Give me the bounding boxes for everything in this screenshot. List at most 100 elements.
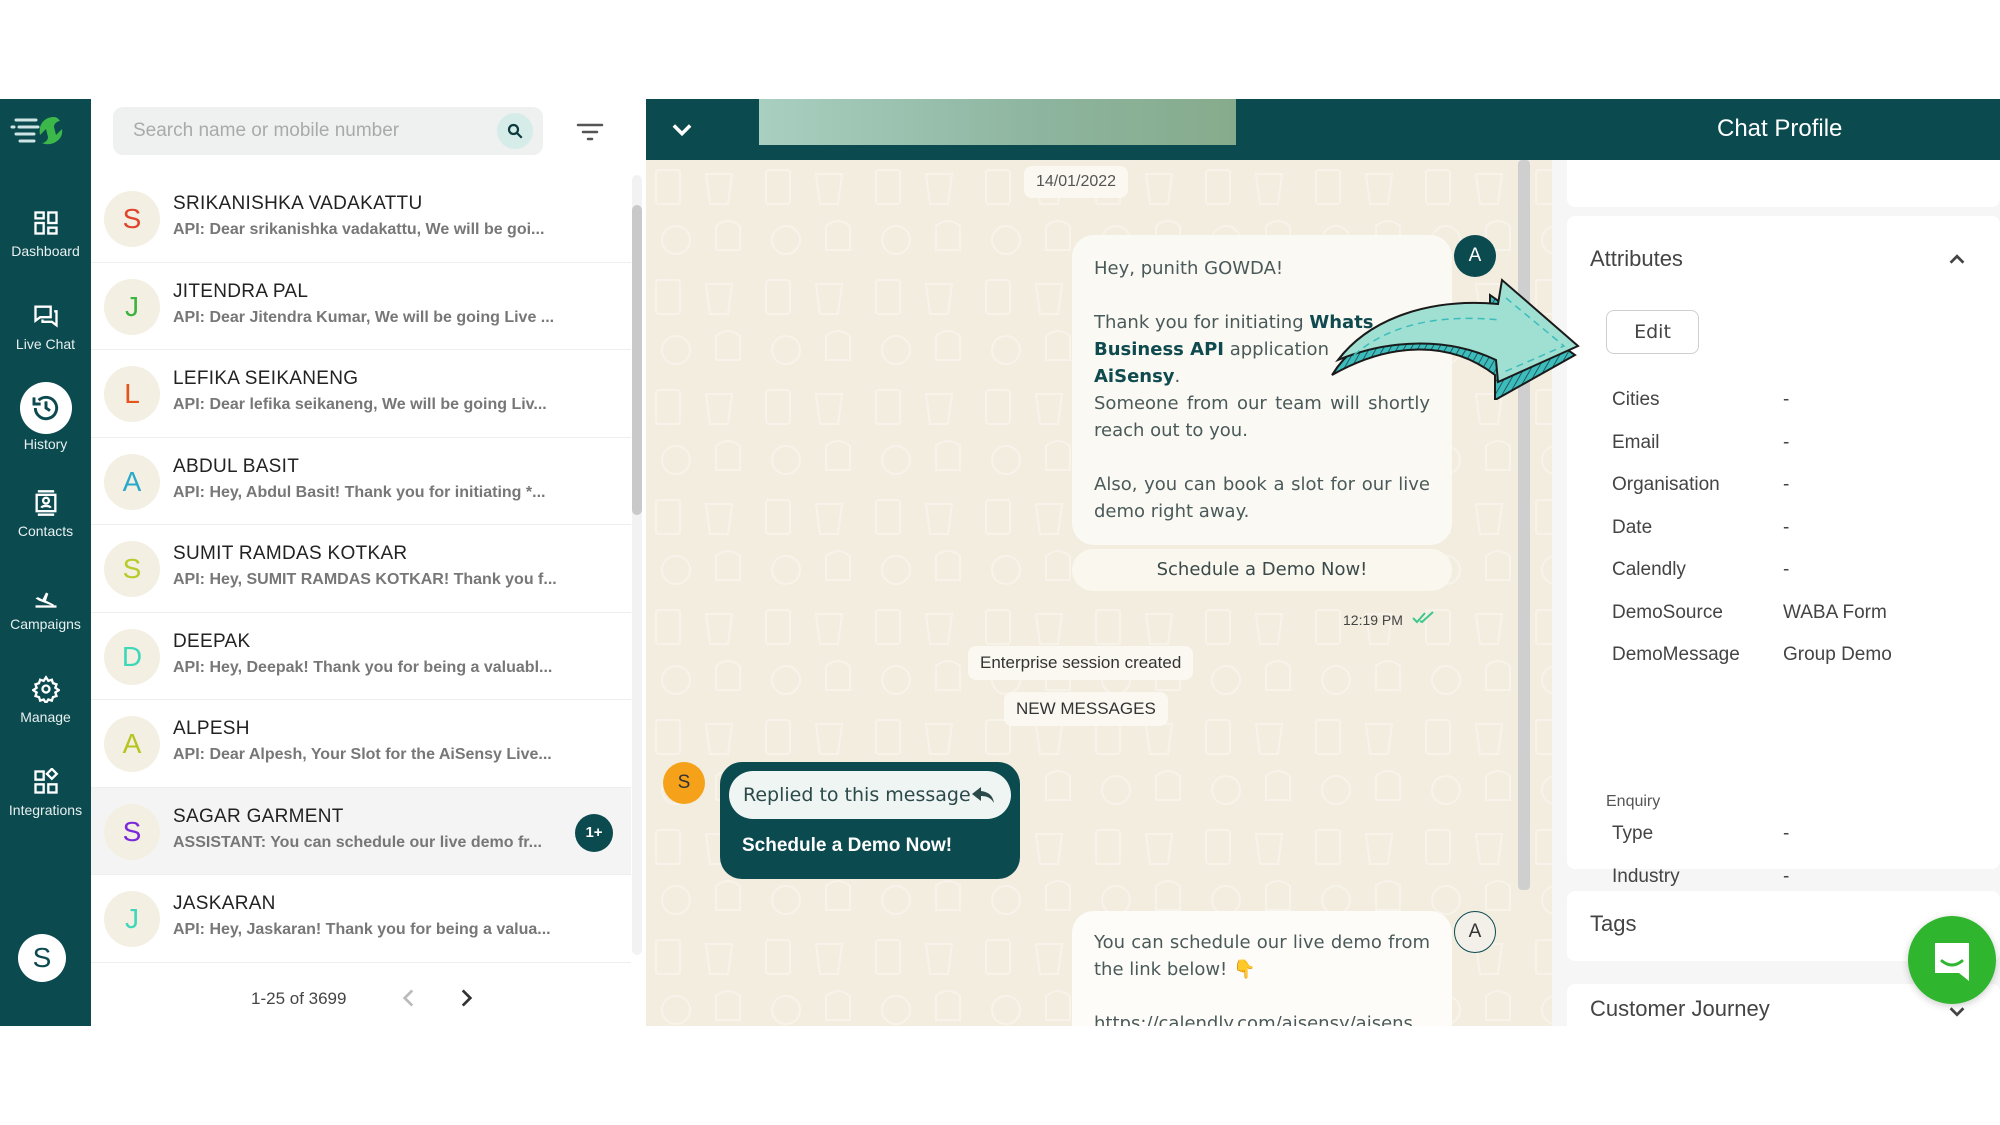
nav-integrations[interactable]: Integrations xyxy=(0,768,91,848)
conversation-row[interactable]: A ALPESH API: Dear Alpesh, Your Slot for t… xyxy=(91,700,631,788)
attributes-title: Attributes xyxy=(1590,246,1683,271)
contact-name: ABDUL BASIT xyxy=(173,455,300,477)
attribute-key: Cities xyxy=(1612,389,1660,410)
conversation-row[interactable]: J JASKARAN API: Hey, Jaskaran! Thank you f… xyxy=(91,875,631,963)
message-text: You can schedule our live demo from the … xyxy=(1094,932,1430,980)
contact-name: DEEPAK xyxy=(173,630,251,652)
conversation-row[interactable]: S SUMIT RAMDAS KOTKAR API: Hey, SUMIT RAMD… xyxy=(91,525,631,613)
attribute-value: - xyxy=(1783,474,1790,495)
chat-support-icon xyxy=(1935,943,1969,981)
contact-avatar: A xyxy=(104,716,160,772)
attribute-value: - xyxy=(1783,389,1790,410)
agent-avatar: A xyxy=(1454,911,1496,953)
help-chat-button[interactable] xyxy=(1908,916,1996,1004)
enquiry-group-label: Enquiry xyxy=(1606,793,1661,810)
message-text: Hey, punith GOWDA! xyxy=(1094,258,1284,279)
nav-history[interactable]: History xyxy=(0,382,91,462)
nav-manage[interactable]: Manage xyxy=(0,675,91,755)
chevron-down-icon[interactable] xyxy=(668,115,696,143)
message-bubble-incoming: Hey, punith GOWDA! Thank you for initiat… xyxy=(1072,235,1452,545)
filter-button[interactable] xyxy=(575,117,605,147)
conversation-row[interactable]: A ABDUL BASIT API: Hey, Abdul Basit! Thank… xyxy=(91,438,631,525)
live-chat-icon xyxy=(33,305,58,328)
conversation-row[interactable]: L LEFIKA SEIKANENG API: Dear lefika seikan… xyxy=(91,350,631,438)
campaigns-icon xyxy=(35,592,56,608)
profile-header: Chat Profile xyxy=(1552,99,2000,160)
message-bubble-incoming: You can schedule our live demo from the … xyxy=(1072,911,1452,1026)
chat-header xyxy=(646,99,1552,160)
contact-avatar: S xyxy=(104,191,160,247)
attribute-value: - xyxy=(1783,865,1790,887)
contact-avatar: L xyxy=(104,366,160,422)
calendly-link[interactable]: https://calendly.com/aisensy/aisens xyxy=(1094,1010,1430,1026)
chevron-up-icon[interactable] xyxy=(1946,248,1968,270)
agent-avatar: A xyxy=(1454,235,1496,277)
message-preview: API: Dear Alpesh, Your Slot for the AiSe… xyxy=(173,746,552,763)
filter-icon xyxy=(576,123,604,141)
contact-name: SUMIT RAMDAS KOTKAR xyxy=(173,543,408,564)
replied-to-label[interactable]: Replied to this message xyxy=(729,771,1011,819)
aisensy-logo[interactable] xyxy=(10,111,72,151)
next-page-icon[interactable] xyxy=(453,985,479,1011)
history-icon xyxy=(32,395,58,421)
scrollbar-thumb[interactable] xyxy=(632,205,642,515)
conversation-row[interactable]: S SRIKANISHKA VADAKATTU API: Dear srikanis… xyxy=(91,175,631,263)
nav-label: Dashboard xyxy=(11,243,80,259)
message-bubble-user: Replied to this message Schedule a Demo … xyxy=(720,762,1020,879)
nav-label: Campaigns xyxy=(10,616,81,632)
prev-page-icon[interactable] xyxy=(396,985,422,1011)
nav-label: Live Chat xyxy=(15,336,76,352)
attribute-key: Date xyxy=(1612,516,1653,538)
nav-label: Manage xyxy=(20,709,71,725)
contact-name: SRIKANISHKA VADAKATTU xyxy=(173,193,423,214)
unread-badge: 1+ xyxy=(575,813,613,852)
profile-title: Chat Profile xyxy=(1717,115,1843,142)
conversation-row[interactable]: D DEEPAK API: Hey, Deepak! Thank you for b… xyxy=(91,613,631,700)
date-pill: 14/01/2022 xyxy=(1024,166,1129,198)
quick-reply-button[interactable]: Schedule a Demo Now! xyxy=(1072,549,1452,591)
message-preview: API: Dear srikanishka vadakattu, We will… xyxy=(173,221,545,238)
conversation-row[interactable]: J JITENDRA PAL API: Dear Jitendra Kumar, W… xyxy=(91,263,631,350)
dashboard-icon xyxy=(33,211,58,235)
nav-label: Contacts xyxy=(17,523,74,539)
customer-journey-title: Customer Journey xyxy=(1590,996,1770,1021)
message-preview: ASSISTANT: You can schedule our live dem… xyxy=(173,833,542,851)
nav-contacts[interactable]: Contacts xyxy=(0,489,91,569)
contact-name: ALPESH xyxy=(173,718,250,739)
conversation-list: S SRIKANISHKA VADAKATTU API: Dear srikanis… xyxy=(91,175,631,963)
contact-avatar: S xyxy=(104,541,160,597)
message-text: Schedule a Demo Now! xyxy=(742,835,953,856)
user-avatar[interactable]: S xyxy=(18,934,66,982)
reply-icon xyxy=(972,787,994,803)
contact-name: JITENDRA PAL xyxy=(173,280,309,302)
nav-dashboard[interactable]: Dashboard xyxy=(0,209,91,289)
message-time: 12:19 PM xyxy=(1343,612,1403,628)
sidebar-nav: Dashboard Live Chat History Contacts Cam… xyxy=(0,99,91,1026)
chat-scrollbar[interactable] xyxy=(1518,160,1530,890)
nav-campaigns[interactable]: Campaigns xyxy=(0,582,91,662)
search-input[interactable] xyxy=(133,107,473,155)
user-avatar: S xyxy=(663,762,705,804)
attribute-key: Organisation xyxy=(1612,474,1720,495)
integrations-icon xyxy=(33,768,58,794)
message-preview: API: Hey, Abdul Basit! Thank you for ini… xyxy=(173,483,546,501)
list-scrollbar[interactable] xyxy=(632,175,642,955)
search-button[interactable] xyxy=(497,113,533,149)
attribute-key: Industry xyxy=(1612,865,1680,887)
edit-attributes-button[interactable]: Edit xyxy=(1606,310,1699,354)
chat-area: 14/01/2022 Hey, punith GOWDA! Thank you … xyxy=(646,99,1552,1026)
message-preview: API: Hey, SUMIT RAMDAS KOTKAR! Thank you… xyxy=(173,571,557,588)
attributes-card: Attributes Edit Cities - Email - Organisatio… xyxy=(1567,216,2000,929)
conversation-row[interactable]: S SAGAR GARMENT ASSISTANT: You can schedul… xyxy=(91,787,631,875)
pagination-text: 1-25 of 3699 xyxy=(251,989,347,1008)
attribute-value: Group Demo xyxy=(1783,644,1892,665)
message-preview: API: Dear lefika seikaneng, We will be g… xyxy=(173,396,547,413)
contact-avatar: J xyxy=(104,278,160,335)
app-window: Dashboard Live Chat History Contacts Cam… xyxy=(0,99,2000,1026)
contact-name: LEFIKA SEIKANENG xyxy=(173,368,359,389)
system-message-pill: Enterprise session created xyxy=(968,646,1194,680)
contact-name: SAGAR GARMENT xyxy=(173,805,344,827)
tags-title: Tags xyxy=(1590,911,1637,936)
nav-live-chat[interactable]: Live Chat xyxy=(0,302,91,382)
attribute-value: - xyxy=(1783,516,1790,538)
